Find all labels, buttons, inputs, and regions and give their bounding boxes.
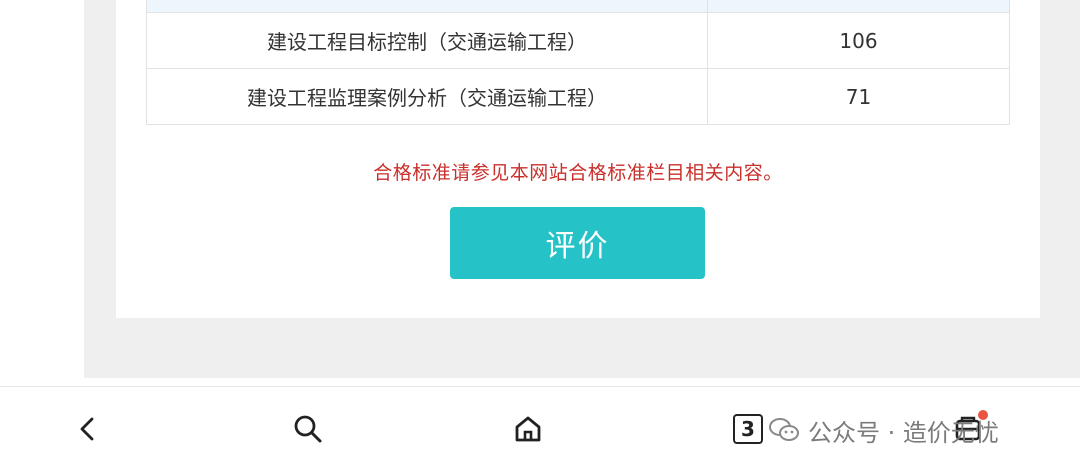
- table-header: [147, 0, 1009, 13]
- watermark: 公众号 · 造价无忧: [768, 410, 999, 450]
- subject-cell: 建设工程监理案例分析（交通运输工程）: [147, 69, 708, 124]
- search-button[interactable]: [286, 407, 330, 451]
- back-icon: [80, 417, 94, 441]
- home-button[interactable]: [506, 407, 550, 451]
- tabs-icon: 3: [733, 414, 763, 444]
- wechat-icon: [769, 418, 799, 441]
- score-cell: 106: [839, 28, 878, 53]
- page: 建设工程目标控制（交通运输工程） 106 建设工程监理案例分析（交通运输工程） …: [0, 0, 1080, 472]
- score-table: 建设工程目标控制（交通运输工程） 106 建设工程监理案例分析（交通运输工程） …: [146, 0, 1010, 125]
- back-button[interactable]: [66, 407, 110, 451]
- watermark-text: 公众号 · 造价无忧: [808, 418, 999, 447]
- search-icon: [294, 415, 322, 443]
- tabs-button[interactable]: 3: [726, 407, 770, 451]
- subject-cell: 建设工程目标控制（交通运输工程）: [147, 13, 708, 68]
- score-cell: 71: [845, 84, 872, 109]
- pass-standard-notice: 合格标准请参见本网站合格标准栏目相关内容。: [373, 162, 783, 184]
- evaluate-button[interactable]: 评价: [450, 207, 705, 279]
- notification-dot: [978, 410, 988, 420]
- home-icon: [515, 416, 541, 442]
- table-row: 建设工程监理案例分析（交通运输工程） 71: [147, 69, 1009, 125]
- table-row: 建设工程目标控制（交通运输工程） 106: [147, 13, 1009, 69]
